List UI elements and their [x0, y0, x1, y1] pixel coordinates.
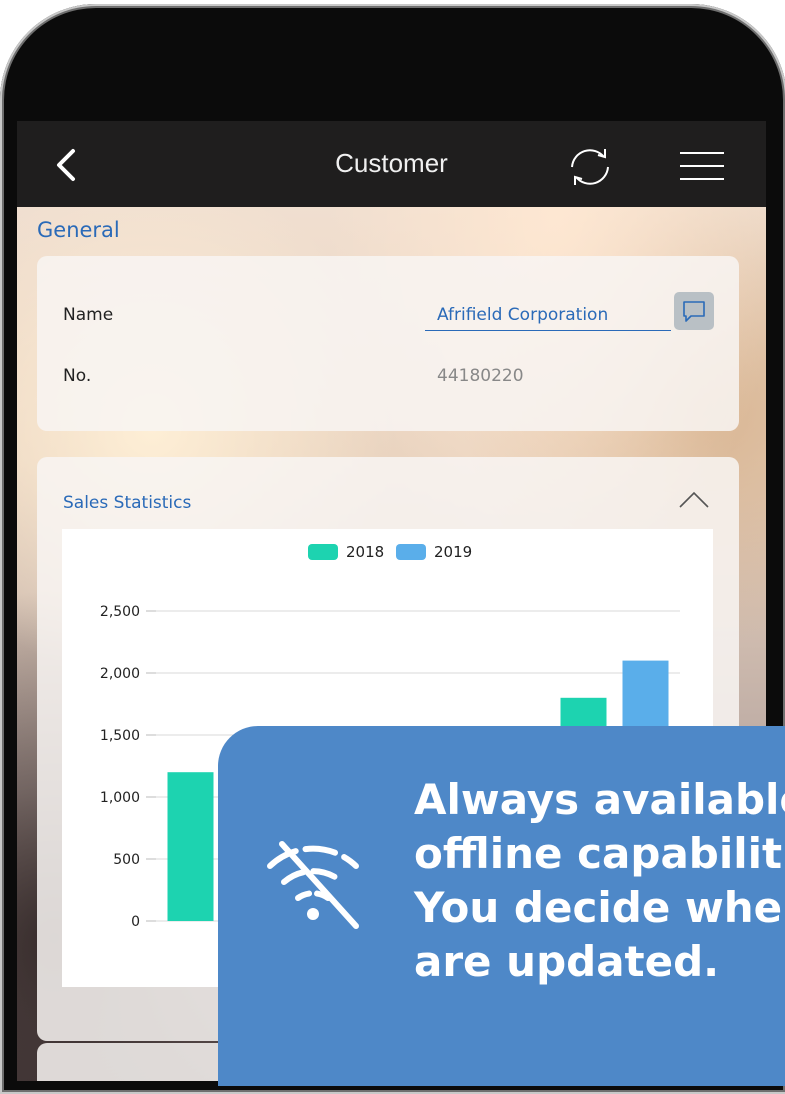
page-title: Customer — [335, 148, 448, 178]
name-label: Name — [63, 305, 114, 325]
y-tick-label: 2,000 — [100, 666, 140, 682]
y-tick-label: 1,500 — [100, 728, 140, 744]
sync-icon[interactable] — [562, 145, 618, 189]
banner-line-3: You decide whe — [414, 883, 783, 932]
app-header: Customer — [17, 121, 766, 207]
name-field[interactable] — [425, 300, 671, 331]
banner-line-1: Always available — [414, 775, 785, 824]
offline-promo-banner: Always available offline capabilit You d… — [218, 726, 785, 1086]
y-tick-label: 1,000 — [100, 790, 140, 806]
next-card — [37, 1043, 237, 1081]
sales-statistics-title: Sales Statistics — [63, 493, 192, 513]
general-card: Name No. 44180220 — [37, 256, 739, 431]
y-tick-label: 2,500 — [100, 604, 140, 620]
comment-icon — [683, 301, 705, 322]
no-label: No. — [63, 366, 92, 386]
y-tick-label: 0 — [131, 914, 140, 930]
bar-2018-1 — [167, 772, 214, 921]
banner-line-4: are updated. — [414, 937, 720, 986]
hamburger-menu-icon[interactable] — [677, 149, 727, 183]
section-label-general: General — [37, 218, 120, 242]
banner-line-2: offline capabilit — [414, 829, 783, 878]
customer-number: 44180220 — [437, 366, 524, 386]
chevron-up-icon[interactable] — [677, 489, 711, 511]
y-tick-label: 500 — [113, 852, 140, 868]
comment-button[interactable] — [674, 292, 714, 330]
wifi-off-icon — [267, 841, 359, 929]
